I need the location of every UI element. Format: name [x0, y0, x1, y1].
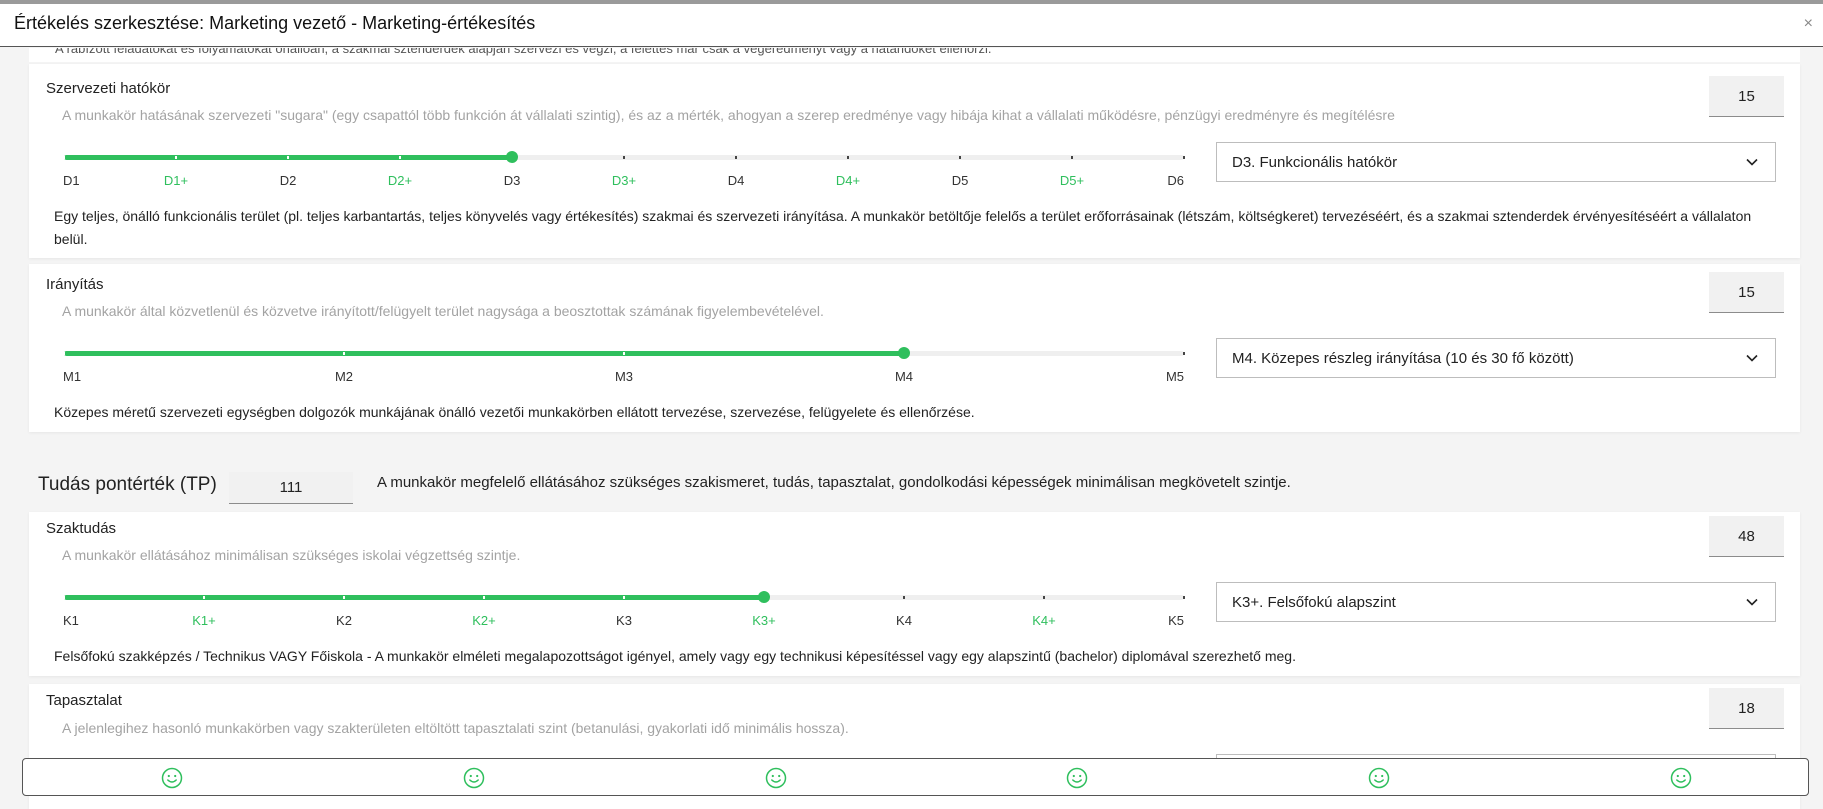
chevron-down-icon — [1746, 354, 1758, 362]
slider-level-label[interactable]: M5 — [1166, 369, 1184, 384]
slider-tick — [903, 596, 905, 599]
smiley-icon[interactable] — [1670, 767, 1692, 789]
slider-fill — [64, 595, 764, 600]
slider-level-label[interactable]: M1 — [63, 369, 81, 384]
slider-tick — [1043, 596, 1045, 599]
criterion-subtitle: A munkakör által közvetlenül és közvetve… — [62, 303, 824, 319]
previous-card-description: A rábízott feladatokat és folyamatokat ö… — [55, 48, 992, 56]
slider-tick — [1071, 156, 1073, 159]
slider-level-label[interactable]: K2 — [336, 613, 352, 628]
slider-level-label[interactable]: K4+ — [1032, 613, 1056, 628]
slider-tick — [1183, 352, 1185, 355]
slider-tick — [343, 352, 345, 355]
criterion-card-szervezeti-hatokor: Szervezeti hatókör A munkakör hatásának … — [29, 64, 1800, 258]
level-select[interactable]: D3. Funkcionális hatókör — [1216, 142, 1776, 182]
slider-thumb[interactable] — [898, 347, 910, 359]
slider-thumb[interactable] — [506, 151, 518, 163]
criterion-score[interactable]: 15 — [1709, 272, 1784, 313]
section-title-tudas: Tudás pontérték (TP) — [38, 474, 217, 495]
level-slider[interactable]: D1 D1+ D2 D2+ D3 D3+ D4 D4+ D5 D5+ D6 — [63, 146, 1185, 188]
slider-level-label[interactable]: K1 — [63, 613, 79, 628]
slider-level-label[interactable]: K5 — [1168, 613, 1184, 628]
criterion-card-iranyitas: Irányítás A munkakör által közvetlenül é… — [29, 264, 1800, 432]
level-select[interactable]: K3+. Felsőfokú alapszint — [1216, 582, 1776, 622]
smiley-icon[interactable] — [161, 767, 183, 789]
slider-level-label[interactable]: D5+ — [1060, 173, 1084, 188]
level-description: Közepes méretű szervezeti egységben dolg… — [54, 404, 975, 420]
slider-level-label[interactable]: M3 — [615, 369, 633, 384]
slider-level-label[interactable]: K1+ — [192, 613, 216, 628]
smiley-icon[interactable] — [1368, 767, 1390, 789]
slider-tick — [483, 596, 485, 599]
level-select-value: M4. Közepes részleg irányítása (10 és 30… — [1232, 350, 1574, 367]
slider-level-label[interactable]: M2 — [335, 369, 353, 384]
slider-tick — [1183, 596, 1185, 599]
slider-tick — [623, 352, 625, 355]
slider-tick — [287, 156, 289, 159]
tudas-total-value: 111 — [229, 472, 353, 504]
slider-level-label[interactable]: D4+ — [836, 173, 860, 188]
chevron-down-icon — [1746, 158, 1758, 166]
slider-level-label[interactable]: D4 — [728, 173, 745, 188]
dialog-title: Értékelés szerkesztése: Marketing vezető… — [14, 13, 536, 33]
slider-tick — [1183, 156, 1185, 159]
criterion-score[interactable]: 48 — [1709, 516, 1784, 557]
slider-level-label[interactable]: D3 — [504, 173, 521, 188]
slider-tick — [623, 596, 625, 599]
criterion-subtitle: A munkakör hatásának szervezeti "sugara"… — [62, 107, 1395, 123]
level-select-value: D3. Funkcionális hatókör — [1232, 154, 1398, 171]
level-select[interactable]: M4. Közepes részleg irányítása (10 és 30… — [1216, 338, 1776, 378]
slider-level-label[interactable]: K3 — [616, 613, 632, 628]
slider-level-label[interactable]: K2+ — [472, 613, 496, 628]
slider-tick — [399, 156, 401, 159]
slider-tick — [735, 156, 737, 159]
previous-card-fragment: A rábízott feladatokat és folyamatokat ö… — [29, 48, 1800, 62]
dialog-title-bar: Értékelés szerkesztése: Marketing vezető… — [0, 4, 1823, 47]
slider-tick — [203, 596, 205, 599]
criterion-subtitle: A jelenlegihez hasonló munkakörben vagy … — [62, 720, 849, 736]
smiley-icon[interactable] — [1066, 767, 1088, 789]
slider-level-label[interactable]: M4 — [895, 369, 913, 384]
slider-level-label[interactable]: D1 — [63, 173, 80, 188]
slider-level-label[interactable]: K3+ — [752, 613, 776, 628]
slider-tick — [959, 156, 961, 159]
criterion-subtitle: A munkakör ellátásához minimálisan szüks… — [62, 547, 521, 563]
slider-tick — [623, 156, 625, 159]
slider-level-label[interactable]: D2 — [280, 173, 297, 188]
slider-tick — [175, 156, 177, 159]
level-slider[interactable]: K1 K1+ K2 K2+ K3 K3+ K4 K4+ K5 — [63, 586, 1185, 628]
level-description: Egy teljes, önálló funkcionális terület … — [54, 208, 1752, 247]
slider-level-label[interactable]: D3+ — [612, 173, 636, 188]
criterion-score[interactable]: 18 — [1709, 688, 1784, 729]
criterion-score[interactable]: 15 — [1709, 76, 1784, 117]
slider-thumb[interactable] — [758, 591, 770, 603]
slider-tick — [63, 352, 65, 355]
close-icon[interactable]: × — [1804, 15, 1813, 33]
level-description: Felsőfokú szakképzés / Technikus VAGY Fő… — [54, 648, 1296, 664]
slider-level-label[interactable]: K4 — [896, 613, 912, 628]
criterion-title: Szaktudás — [46, 520, 117, 537]
criterion-title: Tapasztalat — [46, 692, 122, 709]
smiley-icon[interactable] — [765, 767, 787, 789]
level-slider[interactable]: M1 M2 M3 M4 M5 — [63, 342, 1185, 384]
feedback-smiley-bar — [22, 758, 1809, 796]
criterion-title: Szervezeti hatókör — [46, 80, 171, 97]
criterion-card-szaktudas: Szaktudás A munkakör ellátásához minimál… — [29, 512, 1800, 676]
section-description-tudas: A munkakör megfelelő ellátásához szükség… — [377, 474, 1291, 491]
slider-tick — [63, 596, 65, 599]
level-select-value: K3+. Felsőfokú alapszint — [1232, 594, 1396, 611]
slider-level-label[interactable]: D6 — [1167, 173, 1184, 188]
slider-level-label[interactable]: D5 — [952, 173, 969, 188]
slider-level-label[interactable]: D2+ — [388, 173, 412, 188]
chevron-down-icon — [1746, 598, 1758, 606]
slider-tick — [63, 156, 65, 159]
slider-fill — [64, 351, 904, 356]
slider-tick — [343, 596, 345, 599]
slider-tick — [847, 156, 849, 159]
criterion-title: Irányítás — [46, 276, 104, 293]
smiley-icon[interactable] — [463, 767, 485, 789]
slider-level-label[interactable]: D1+ — [164, 173, 188, 188]
